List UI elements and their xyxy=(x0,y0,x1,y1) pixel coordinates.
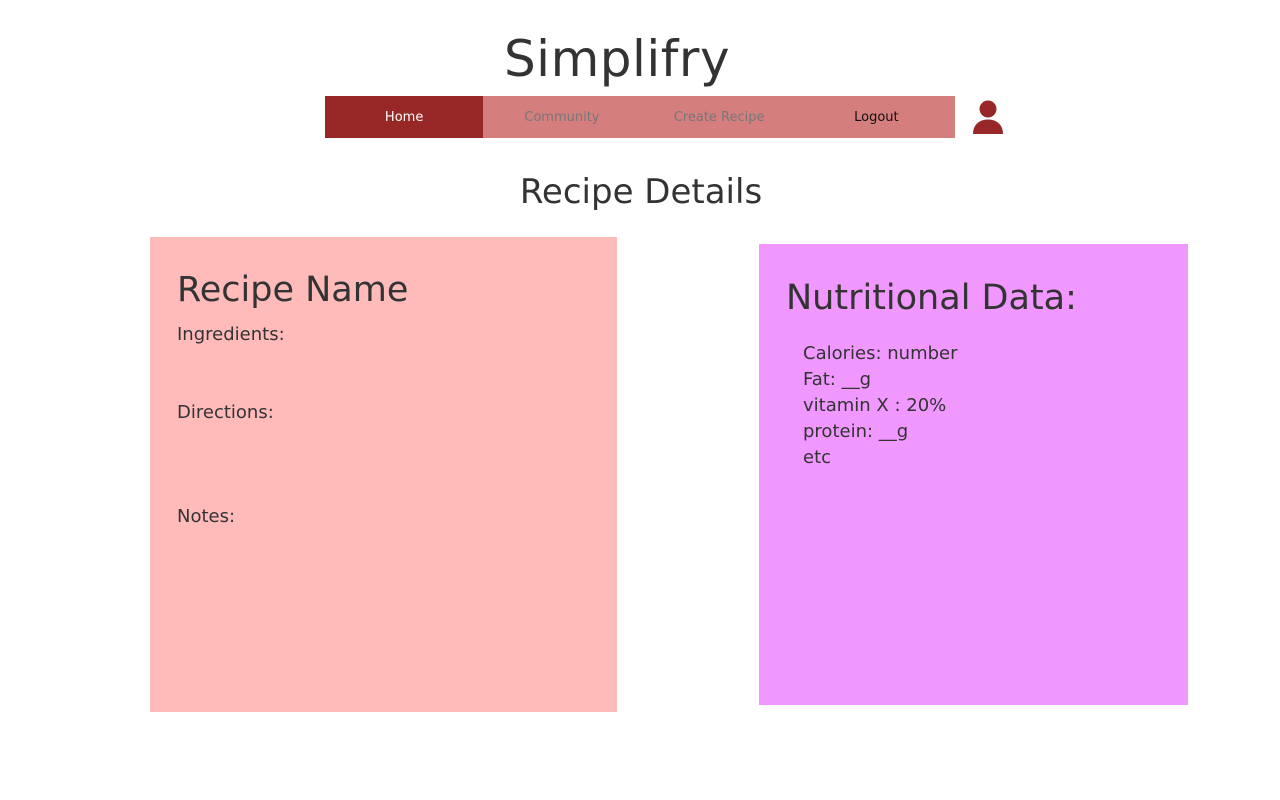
nutrition-item-protein: protein: __g xyxy=(803,421,909,442)
user-icon-graphic xyxy=(973,100,1003,134)
directions-label: Directions: xyxy=(177,402,274,423)
page-title: Recipe Details xyxy=(519,172,763,212)
recipe-name: Recipe Name xyxy=(177,270,409,310)
recipe-card: Recipe Name Ingredients: Directions: Not… xyxy=(150,237,617,712)
nutrition-heading: Nutritional Data: xyxy=(786,278,1077,318)
nutrition-item-fat: Fat: __g xyxy=(803,369,872,390)
nav-create-recipe[interactable]: Create Recipe xyxy=(641,96,798,138)
main-navigation: Home Community Create Recipe Logout xyxy=(325,96,955,138)
nav-logout[interactable]: Logout xyxy=(798,96,955,138)
notes-label: Notes: xyxy=(177,506,236,527)
nav-community[interactable]: Community xyxy=(483,96,640,138)
ingredients-label: Ingredients: xyxy=(177,324,285,345)
nutrition-item-calories: Calories: number xyxy=(803,343,958,364)
nav-home[interactable]: Home xyxy=(325,96,484,138)
user-icon[interactable] xyxy=(972,100,1004,134)
nutrition-list: Calories: number Fat: __g vitamin X : 20… xyxy=(803,341,958,471)
nutrition-card: Nutritional Data: Calories: number Fat: … xyxy=(759,244,1188,705)
nutrition-item-etc: etc xyxy=(803,447,832,468)
nutrition-item-vitamin: vitamin X : 20% xyxy=(803,395,947,416)
app-title: Simplifry xyxy=(503,30,731,88)
